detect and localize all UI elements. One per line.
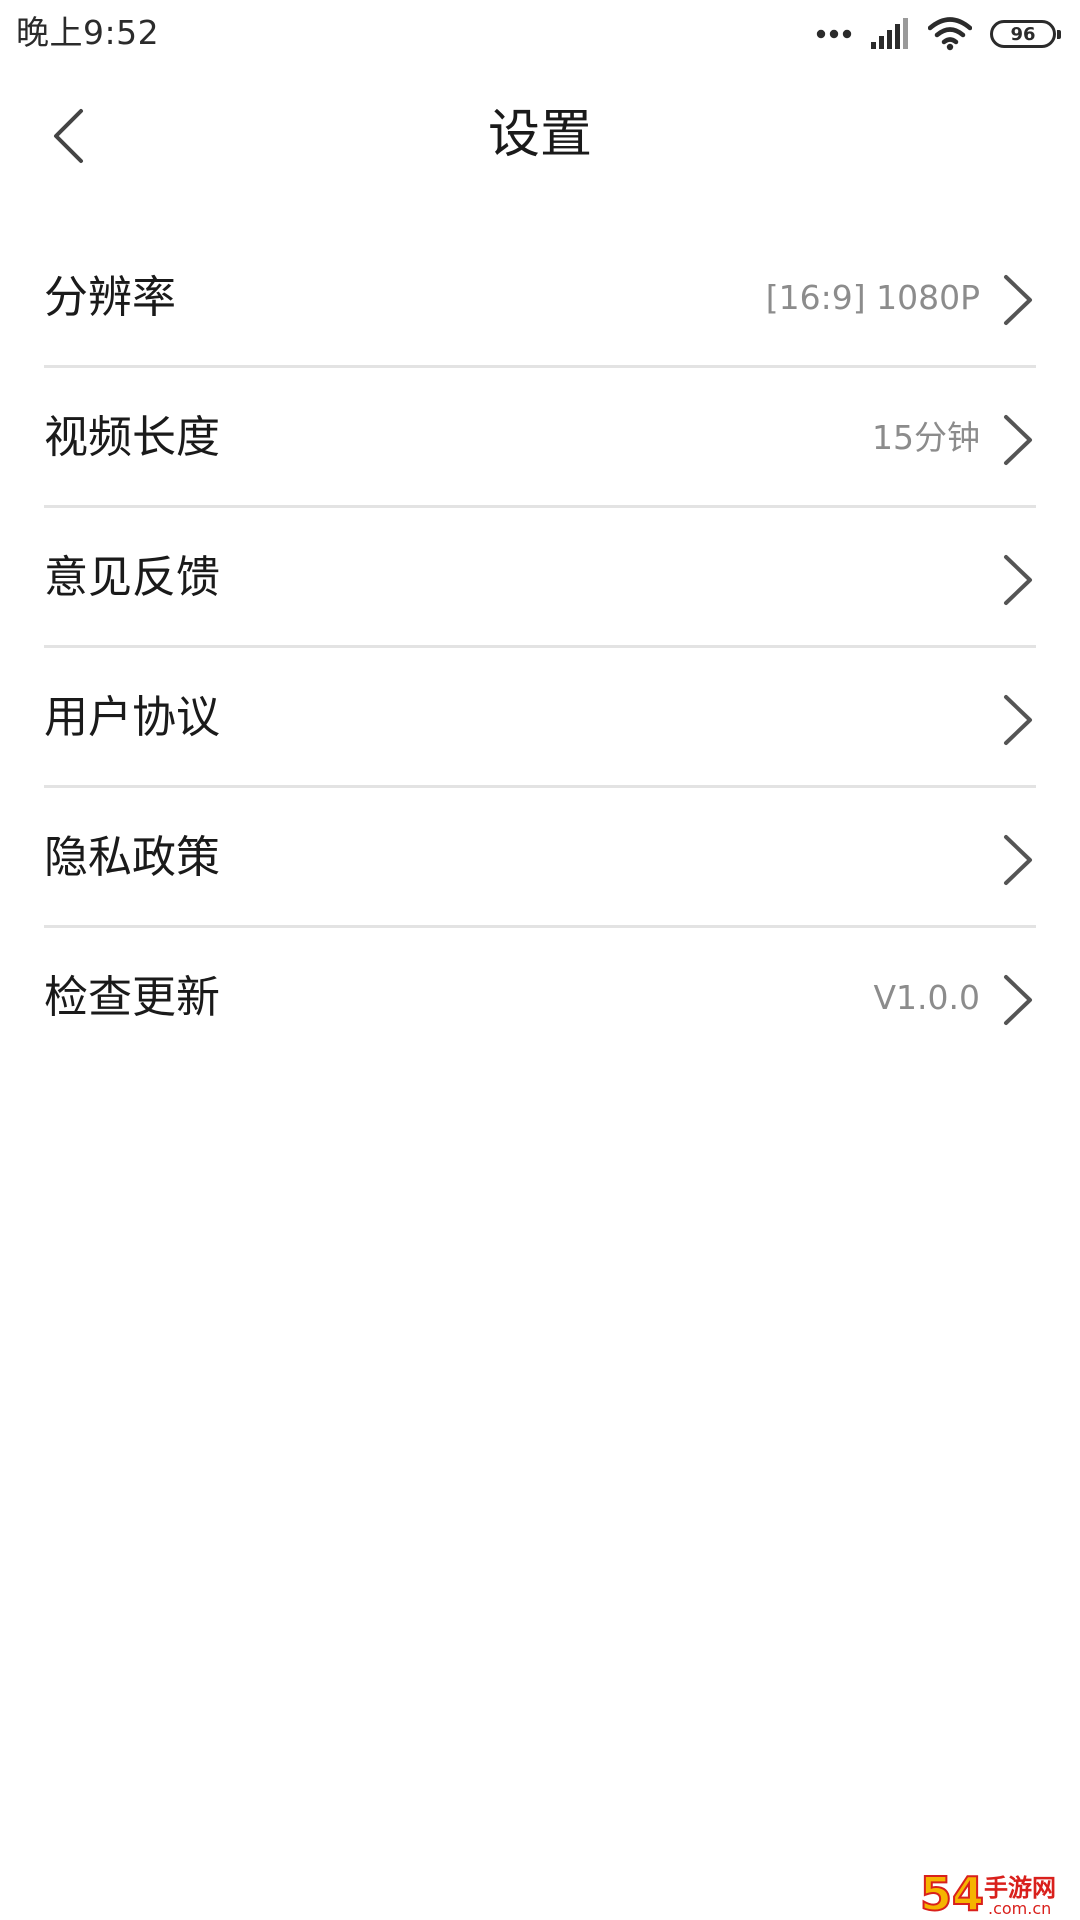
- setting-row-check-update[interactable]: 检查更新 V1.0.0: [44, 928, 1036, 1068]
- svg-text:.com.cn: .com.cn: [988, 1899, 1051, 1918]
- chevron-right-icon: [1004, 835, 1032, 885]
- status-time: 晚上9:52: [16, 13, 160, 52]
- setting-label: 视频长度: [44, 412, 220, 463]
- chevron-right-icon: [1004, 275, 1032, 325]
- setting-label: 隐私政策: [44, 832, 220, 883]
- setting-row-video-length[interactable]: 视频长度 15分钟: [44, 368, 1036, 508]
- page-title: 设置: [487, 105, 592, 165]
- settings-list: 分辨率 [16:9] 1080P 视频长度 15分钟 意见反馈 用户协议 隐私政…: [44, 228, 1036, 1068]
- svg-text:手游网: 手游网: [984, 1874, 1056, 1902]
- setting-label: 检查更新: [44, 972, 220, 1023]
- chevron-right-icon: [1004, 555, 1032, 605]
- chevron-right-icon: [1004, 415, 1032, 465]
- chevron-right-icon: [1004, 695, 1032, 745]
- setting-row-privacy-policy[interactable]: 隐私政策: [44, 788, 1036, 928]
- setting-value: [16:9] 1080P: [765, 278, 980, 317]
- battery-icon: 96: [990, 20, 1061, 48]
- setting-value: 15分钟: [872, 418, 980, 457]
- status-bar: 晚上9:52 96: [0, 0, 1080, 70]
- svg-text:54: 54: [920, 1867, 984, 1918]
- setting-label: 用户协议: [44, 692, 220, 743]
- signal-icon: [871, 18, 908, 49]
- setting-row-user-agreement[interactable]: 用户协议: [44, 648, 1036, 788]
- setting-row-resolution[interactable]: 分辨率 [16:9] 1080P: [44, 228, 1036, 368]
- status-icons: 96: [816, 14, 1062, 54]
- setting-row-feedback[interactable]: 意见反馈: [44, 508, 1036, 648]
- watermark-logo: 54 手游网 .com.cn: [919, 1866, 1056, 1918]
- wifi-icon: [928, 17, 972, 51]
- setting-label: 分辨率: [44, 272, 176, 323]
- battery-level: 96: [1010, 23, 1036, 45]
- chevron-right-icon: [1004, 975, 1032, 1025]
- header: 设置: [0, 70, 1080, 200]
- setting-label: 意见反馈: [44, 552, 220, 603]
- setting-value: V1.0.0: [873, 978, 980, 1017]
- more-dots-icon: [816, 29, 852, 39]
